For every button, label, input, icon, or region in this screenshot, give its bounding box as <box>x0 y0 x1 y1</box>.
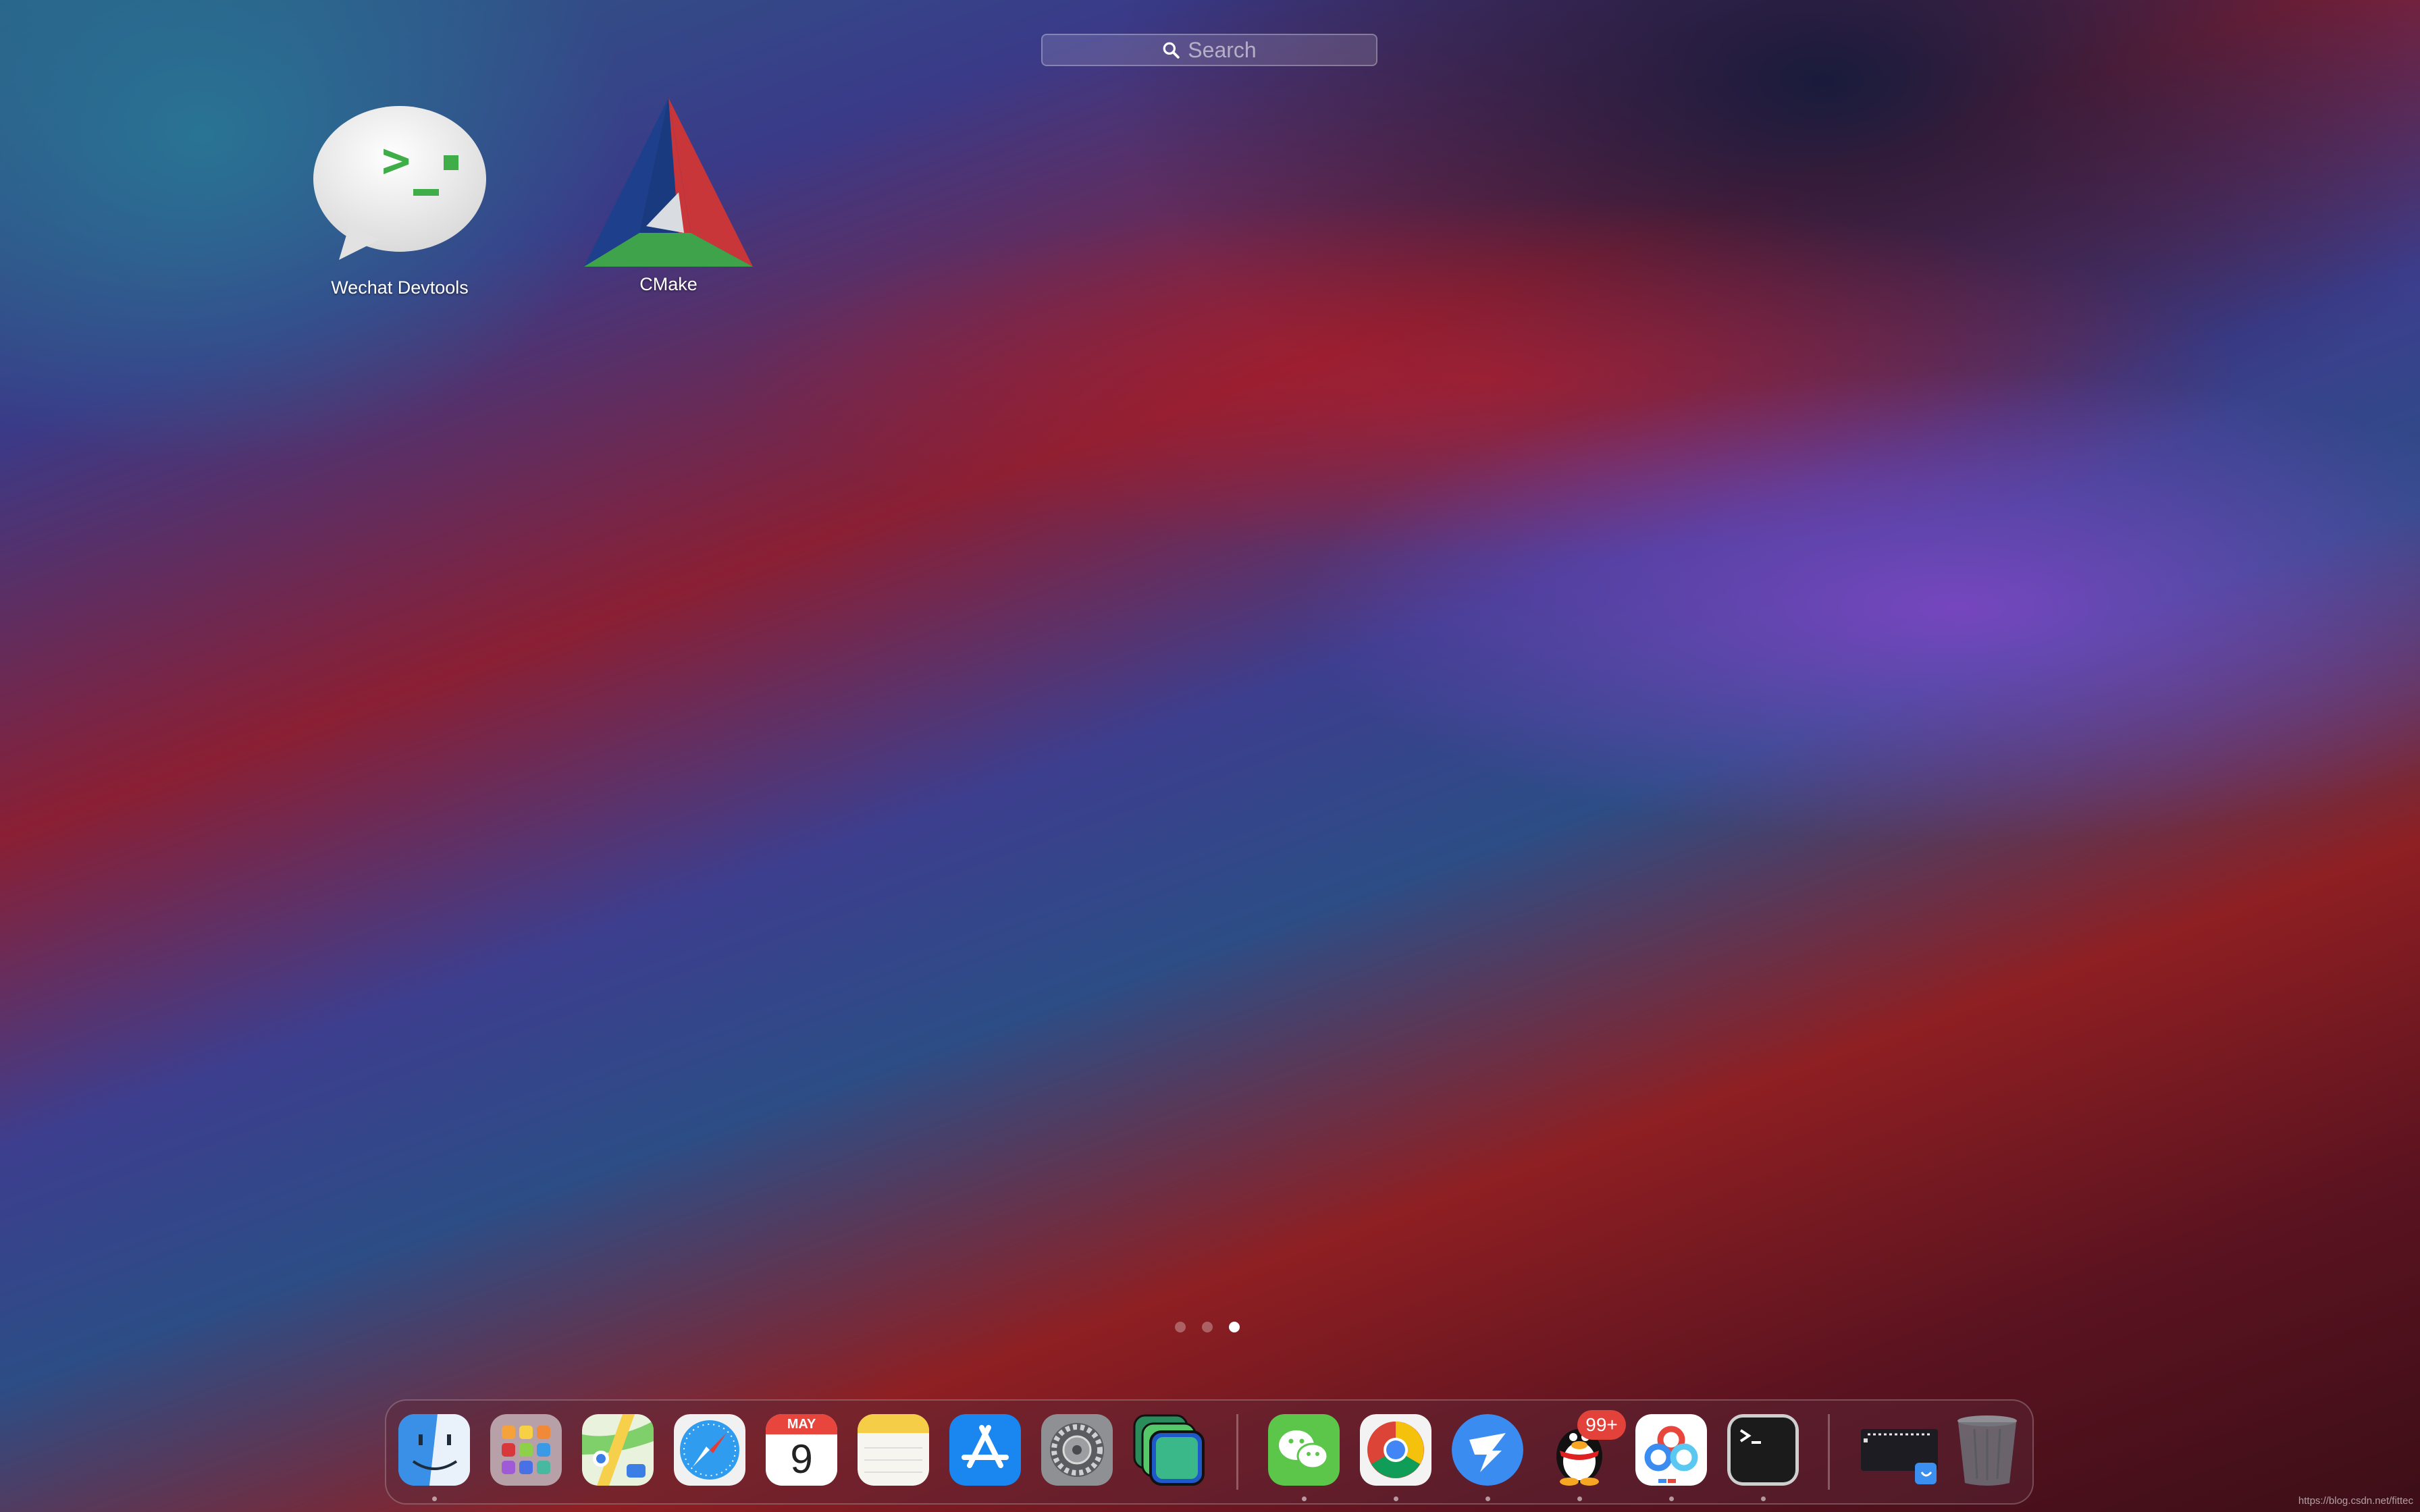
search-field[interactable]: Search <box>1041 34 1377 66</box>
dock-separator <box>1828 1414 1830 1490</box>
wechat-icon <box>1268 1414 1340 1486</box>
app-label: CMake <box>639 274 698 294</box>
app-label: Wechat Devtools <box>331 277 469 298</box>
app-cmake[interactable]: CMake <box>560 98 777 295</box>
dock-launchpad[interactable] <box>490 1414 562 1486</box>
screens-icon <box>1133 1414 1205 1486</box>
wechat-devtools-icon: > <box>313 106 486 260</box>
search-icon <box>1163 42 1180 59</box>
dock-dingtalk[interactable] <box>1452 1414 1523 1501</box>
cmake-icon <box>584 98 753 267</box>
dock-terminal[interactable] <box>1727 1414 1799 1501</box>
gear-icon <box>1041 1414 1113 1486</box>
dock-app-store[interactable] <box>949 1414 1021 1486</box>
page-dot-2[interactable] <box>1202 1322 1213 1332</box>
dock-trash[interactable] <box>1951 1414 2023 1486</box>
launchpad-icon <box>490 1414 562 1486</box>
search-placeholder: Search <box>1188 37 1257 62</box>
notes-icon <box>858 1414 929 1486</box>
running-indicator <box>432 1496 437 1501</box>
page-indicator <box>1175 1322 1240 1332</box>
dock-wechat[interactable] <box>1268 1414 1340 1501</box>
running-indicator <box>1761 1496 1766 1501</box>
watermark-url: https://blog.csdn.net/fittec <box>2298 1495 2413 1507</box>
app-wechat-devtools[interactable]: > Wechat Devtools <box>292 101 508 298</box>
chrome-icon <box>1360 1414 1431 1486</box>
dock-baidu-netdisk[interactable] <box>1635 1414 1707 1501</box>
dock-qq[interactable]: 99+ <box>1544 1410 1626 1501</box>
running-indicator <box>1669 1496 1674 1501</box>
downloads-stack-icon <box>1861 1429 1938 1484</box>
page-dot-1[interactable] <box>1175 1322 1186 1332</box>
dock-separator <box>1236 1414 1238 1490</box>
dock: MAY 9 99+ <box>385 1399 2034 1505</box>
calendar-day: 9 <box>790 1436 813 1482</box>
dock-screens[interactable] <box>1133 1414 1205 1486</box>
running-indicator <box>1394 1496 1398 1501</box>
dock-safari[interactable] <box>674 1414 745 1486</box>
dock-downloads-stack[interactable] <box>1858 1414 1941 1486</box>
safari-icon <box>674 1414 745 1486</box>
running-indicator <box>1485 1496 1490 1501</box>
dock-maps[interactable] <box>582 1414 654 1486</box>
dock-notes[interactable] <box>858 1414 929 1486</box>
dock-calendar[interactable]: MAY 9 <box>766 1414 837 1486</box>
baidu-netdisk-icon <box>1635 1414 1707 1486</box>
finder-icon <box>398 1414 470 1486</box>
svg-text:>: > <box>382 132 411 188</box>
calendar-month: MAY <box>766 1414 837 1434</box>
terminal-icon <box>1727 1414 1799 1486</box>
app-store-icon <box>949 1414 1021 1486</box>
notification-badge: 99+ <box>1577 1410 1626 1440</box>
dingtalk-icon <box>1452 1414 1523 1486</box>
dock-finder[interactable] <box>398 1414 470 1501</box>
running-indicator <box>1302 1496 1307 1501</box>
dock-chrome[interactable] <box>1360 1414 1431 1501</box>
trash-icon <box>1957 1415 2017 1486</box>
running-indicator <box>1577 1496 1582 1501</box>
maps-icon <box>582 1414 654 1486</box>
page-dot-3-active[interactable] <box>1229 1322 1240 1332</box>
dock-system-preferences[interactable] <box>1041 1414 1113 1486</box>
